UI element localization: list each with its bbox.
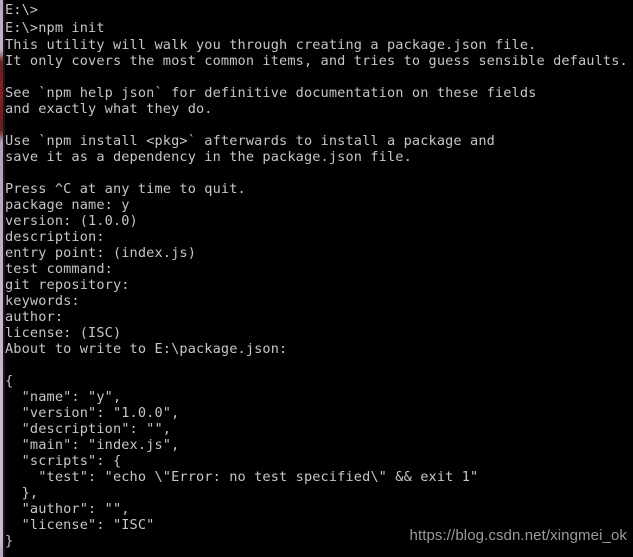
console-line: "author": "", — [5, 501, 130, 517]
console-line: "name": "y", — [5, 389, 122, 405]
console-line: "test": "echo \"Error: no test specified… — [5, 469, 479, 485]
console-line: "main": "index.js", — [5, 437, 180, 453]
console-line: and exactly what they do. — [5, 101, 213, 117]
console-line: { — [5, 373, 14, 389]
console-line: keywords: — [5, 293, 80, 309]
console-line: author: — [5, 309, 64, 325]
console-line: description: — [5, 229, 105, 245]
console-line: It only covers the most common items, an… — [5, 53, 628, 69]
console-line: This utility will walk you through creat… — [5, 37, 537, 53]
console-line: }, — [5, 485, 39, 501]
console-line: "version": "1.0.0", — [5, 405, 180, 421]
console-line: } — [5, 533, 14, 549]
console-line: test command: — [5, 261, 113, 277]
console-line: entry point: (index.js) — [5, 245, 196, 261]
console-line: package name: y — [5, 197, 130, 213]
terminal-window: E:\> E:\>npm init This utility will walk y… — [0, 0, 633, 557]
console-line: "scripts": { — [5, 453, 122, 469]
watermark-text: https://blog.csdn.net/xingmei_ok — [409, 527, 627, 544]
console-line: license: (ISC) — [5, 325, 122, 341]
console-line: "license": "ISC" — [5, 517, 155, 533]
console-line: save it as a dependency in the package.j… — [5, 149, 412, 165]
console-line: version: (1.0.0) — [5, 213, 138, 229]
console-line: About to write to E:\package.json: — [5, 341, 288, 357]
console-line: See `npm help json` for definitive docum… — [5, 85, 537, 101]
console-line: Press ^C at any time to quit. — [5, 181, 246, 197]
console-line: E:\>npm init — [5, 20, 105, 36]
console-line: Use `npm install <pkg>` afterwards to in… — [5, 133, 495, 149]
console-line: git repository: — [5, 277, 130, 293]
console-line: E:\> — [5, 2, 39, 18]
console-output-area[interactable]: E:\> E:\>npm init This utility will walk y… — [5, 0, 633, 557]
console-line: "description": "", — [5, 421, 172, 437]
